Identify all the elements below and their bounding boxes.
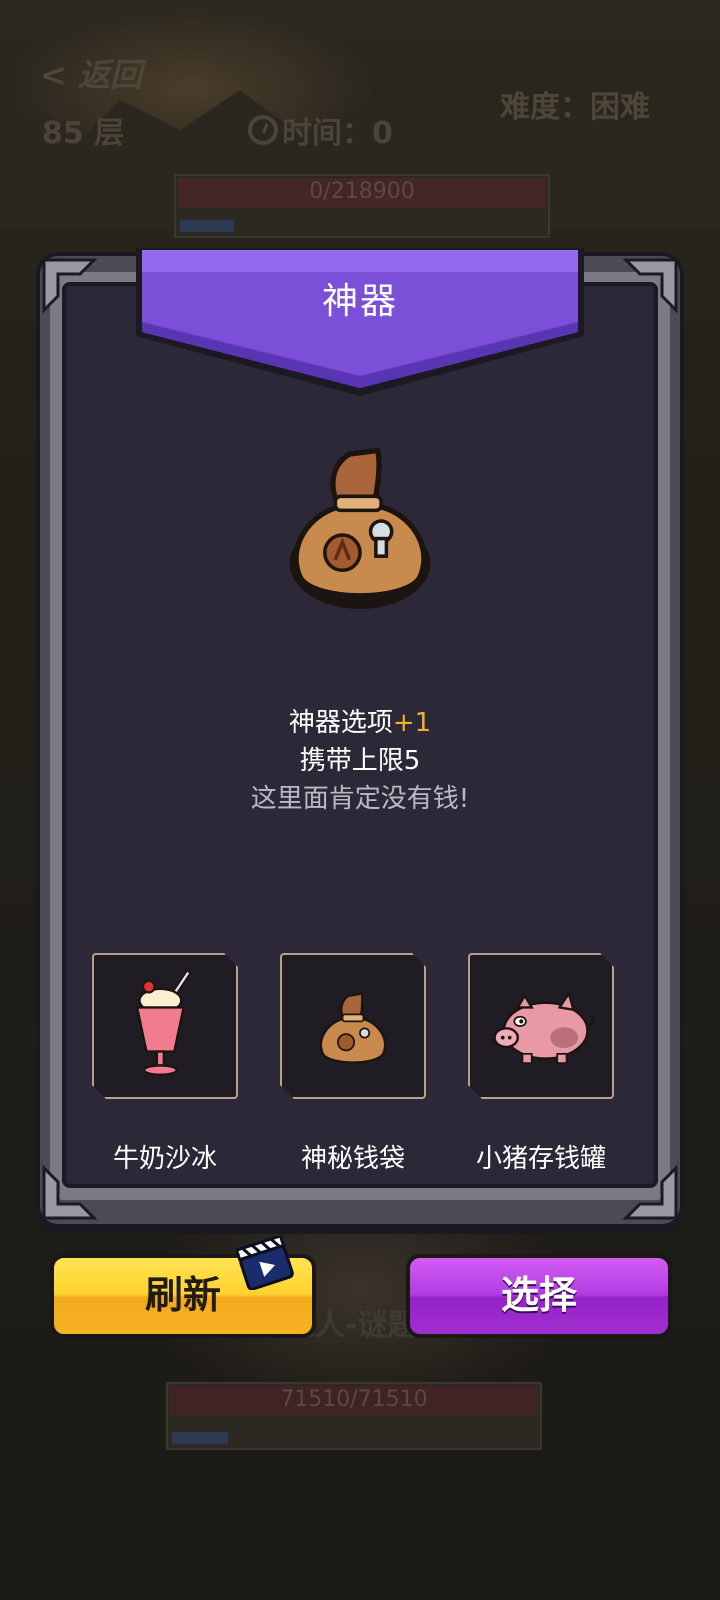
effect-text: 神器选项 xyxy=(288,708,393,738)
enemy-hp-text: 71510/71510 xyxy=(280,1387,428,1412)
frame-corner-top-left xyxy=(42,258,98,314)
time-indicator: 时间：0 xyxy=(248,108,393,152)
option-label-piggy-bank: 小猪存钱罐 xyxy=(475,1144,606,1174)
artifact-effect-line2: 携带上限5 xyxy=(299,746,421,776)
time-label: 时间：0 xyxy=(282,116,393,151)
frame-corner-top-right xyxy=(622,258,678,314)
artifact-flavor-text: 这里面肯定没有钱! xyxy=(250,784,470,814)
option-slot-milkshake[interactable] xyxy=(92,953,238,1099)
option-slot-money-bag[interactable] xyxy=(280,953,426,1099)
piggy-bank-icon xyxy=(493,990,595,1064)
option-slot-piggy-bank[interactable] xyxy=(468,953,614,1099)
effect-bonus: +1 xyxy=(392,708,432,738)
mystery-money-bag-icon xyxy=(289,447,431,609)
dialog-title: 神器 xyxy=(321,281,398,322)
money-bag-icon xyxy=(320,992,386,1064)
difficulty-label: 难度：困难 xyxy=(500,90,650,125)
boss-hp-text: 0/218900 xyxy=(309,179,415,204)
boss-hp-bar: 0/218900 xyxy=(174,174,550,238)
option-label-money-bag: 神秘钱袋 xyxy=(300,1144,405,1174)
option-label-milkshake: 牛奶沙冰 xyxy=(112,1144,217,1174)
enemy-hp-bar: 71510/71510 xyxy=(166,1382,542,1450)
video-ad-icon xyxy=(236,1236,294,1290)
clock-icon xyxy=(248,115,278,145)
refresh-button-label: 刷新 xyxy=(144,1273,221,1317)
milkshake-icon xyxy=(135,971,191,1076)
back-link[interactable]: < 返回 xyxy=(40,50,142,96)
select-button-label: 选择 xyxy=(500,1273,577,1317)
select-button[interactable]: 选择 xyxy=(406,1254,672,1338)
floor-indicator: 85 层 xyxy=(42,116,125,151)
artifact-effect-line1: 神器选项+1 xyxy=(62,702,658,739)
